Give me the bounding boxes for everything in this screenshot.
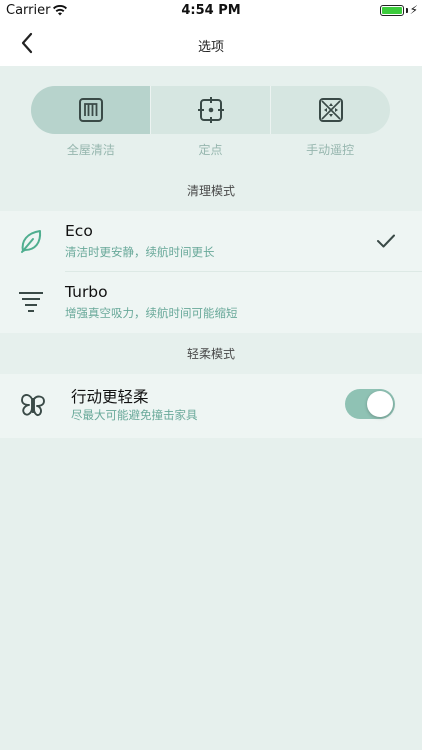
option-subtitle: 增强真空吸力，续航时间可能缩短 (65, 306, 238, 320)
gentle-mode-subtitle: 尽最大可能避免撞击家具 (71, 408, 198, 422)
clean-mode-list: Eco 清洁时更安静，续航时间更长 Turbo 增强真空吸力，续航时间可能缩短 (0, 211, 422, 333)
gentle-mode-list: 行动更轻柔 尽最大可能避免撞击家具 (0, 374, 422, 438)
option-title: Eco (65, 222, 93, 240)
segment-full-house[interactable] (31, 86, 151, 134)
segment-spot[interactable] (151, 86, 271, 134)
checkmark-icon (377, 234, 395, 248)
status-bar: Carrier 4:54 PM ⚡ (0, 0, 422, 22)
segment-manual[interactable] (271, 86, 390, 134)
full-house-icon (78, 98, 103, 122)
butterfly-icon (21, 394, 45, 416)
toggle-knob (367, 391, 393, 417)
gentle-mode-section-title: 轻柔模式 (186, 347, 235, 361)
gentle-mode-title: 行动更轻柔 (71, 388, 149, 406)
manual-remote-icon (318, 98, 343, 122)
option-title: Turbo (65, 283, 108, 301)
spot-target-icon (197, 97, 224, 123)
clean-area-segmented-control (31, 86, 390, 134)
top-bar: Carrier 4:54 PM ⚡ 选项 (0, 0, 422, 66)
segment-label: 手动遥控 (306, 143, 355, 157)
option-eco[interactable]: Eco 清洁时更安静，续航时间更长 (0, 211, 422, 272)
clock: 4:54 PM (181, 3, 241, 18)
page-title: 选项 (197, 40, 224, 55)
gentle-mode-toggle[interactable] (345, 389, 395, 419)
segment-label: 全屋清洁 (66, 143, 115, 157)
option-subtitle: 清洁时更安静，续航时间更长 (65, 245, 215, 259)
clean-mode-section-title: 清理模式 (186, 184, 235, 198)
leaf-icon (21, 230, 42, 253)
charging-icon: ⚡ (409, 3, 418, 17)
segment-label: 定点 (198, 143, 223, 157)
battery-icon (380, 5, 404, 16)
segment-labels: 全屋清洁 定点 手动遥控 (31, 141, 390, 157)
battery-tip (406, 8, 408, 13)
option-turbo[interactable]: Turbo 增强真空吸力，续航时间可能缩短 (0, 272, 422, 333)
turbo-lines-icon (19, 292, 43, 312)
gentle-mode-row: 行动更轻柔 尽最大可能避免撞击家具 (0, 374, 422, 438)
